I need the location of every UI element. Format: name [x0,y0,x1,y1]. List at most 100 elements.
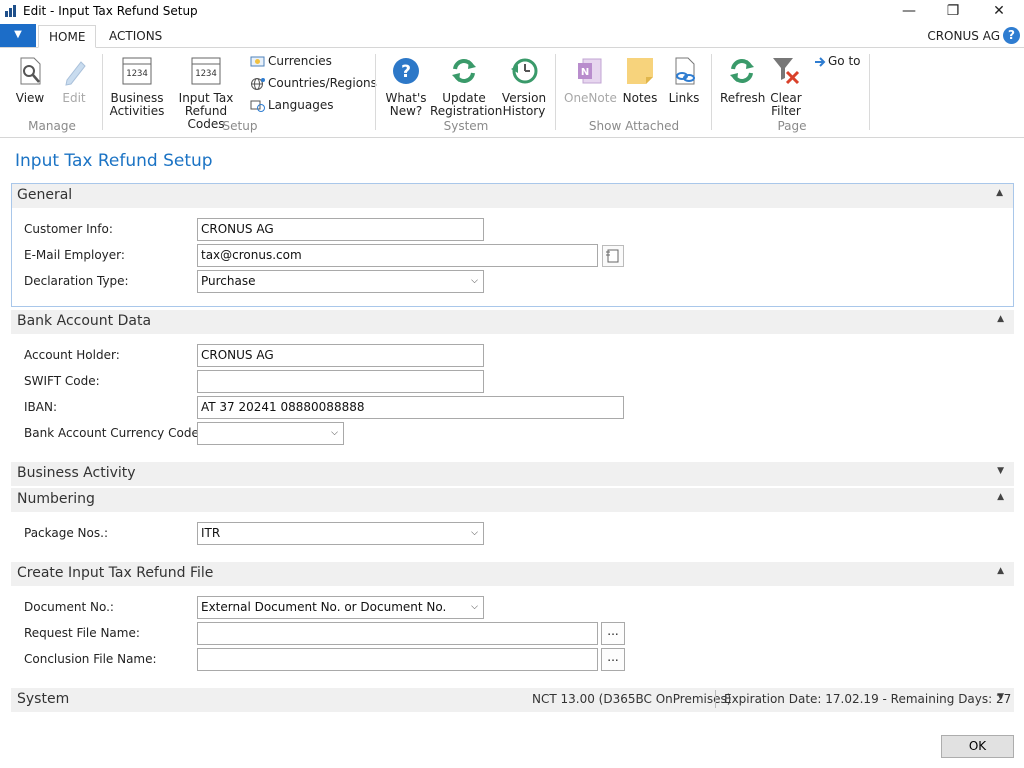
section-header-general[interactable]: General ▲ [12,184,1013,208]
customer-info-label: Customer Info: [24,222,113,236]
onenote-label: OneNote [564,91,617,105]
business-activities-button[interactable]: 1234 Business Activities [108,56,166,118]
request-file-name-field[interactable] [197,622,598,645]
help-icon[interactable]: ? [1003,27,1020,44]
customer-info-field[interactable]: CRONUS AG [197,218,484,241]
iban-field[interactable]: AT 37 20241 08880088888 [197,396,624,419]
chevron-down-icon: ⌵ [331,428,338,438]
section-title-business-activity: Business Activity [17,465,136,481]
account-holder-field[interactable]: CRONUS AG [197,344,484,367]
document-no-select[interactable]: External Document No. or Document No. ⌵ [197,596,484,619]
question-icon: ? [393,58,419,84]
go-to-button[interactable]: Go to [814,54,861,68]
declaration-type-select[interactable]: Purchase ⌵ [197,270,484,293]
group-label-show-attached: Show Attached [588,119,680,133]
group-label-system: System [443,119,489,133]
links-button[interactable]: Links [664,56,704,105]
account-holder-label: Account Holder: [24,348,120,362]
app-menu-button[interactable]: ▼ [0,24,36,47]
window-title: Edit - Input Tax Refund Setup [23,4,198,18]
svg-text:1234: 1234 [126,69,148,79]
clear-filter-icon [773,58,800,85]
currencies-label: Currencies [268,54,332,68]
swift-code-field[interactable] [197,370,484,393]
update-registration-button[interactable]: Update Registration [430,56,502,118]
languages-label: Languages [268,98,334,112]
section-title-bank-account-data: Bank Account Data [17,313,152,329]
countries-regions-label: Countries/Regions [268,76,377,90]
version-history-button[interactable]: Version History [500,56,548,118]
whats-new-label-2: New? [389,104,423,118]
system-version-info: NCT 13.00 (D365BC OnPremises) [532,692,732,706]
section-header-create-file[interactable]: Create Input Tax Refund File ▲ [11,562,1014,586]
svg-text:N: N [581,67,589,78]
svg-text:1234: 1234 [195,69,217,79]
section-header-numbering[interactable]: Numbering ▲ [11,488,1014,512]
history-icon [511,58,538,84]
countries-regions-button[interactable]: Countries/Regions [250,76,377,91]
clear-filter-label-2: Filter [771,104,801,118]
currencies-icon [250,56,265,66]
languages-button[interactable]: Languages [250,98,333,113]
ribbon-divider [102,54,103,130]
edit-button[interactable]: Edit [56,56,92,105]
package-nos-select[interactable]: ITR ⌵ [197,522,484,545]
arrow-right-icon [815,56,826,67]
chevron-down-icon: ⌵ [471,528,478,538]
tab-home[interactable]: HOME [38,25,97,48]
refresh-button[interactable]: Refresh [720,56,766,105]
swift-code-label: SWIFT Code: [24,374,100,388]
note-icon [627,58,653,84]
section-header-business-activity[interactable]: Business Activity ▼ [11,462,1014,486]
notes-button[interactable]: Notes [620,56,660,105]
business-activities-label-2: Activities [109,104,165,118]
ribbon-divider [869,54,870,130]
languages-icon [250,100,265,112]
chevron-up-icon: ▲ [997,492,1004,502]
email-employer-field[interactable]: tax@cronus.com [197,244,598,267]
close-button[interactable]: ✕ [976,0,1022,24]
section-title-system: System [17,691,70,707]
group-label-page: Page [777,119,807,133]
clear-filter-button[interactable]: Clear Filter [766,56,806,118]
minimize-button[interactable]: — [886,0,932,24]
currencies-button[interactable]: Currencies [250,54,332,69]
ribbon-divider [375,54,376,130]
declaration-type-value: Purchase [201,274,256,288]
email-employer-label: E-Mail Employer: [24,248,125,262]
notes-label: Notes [622,91,658,105]
request-file-browse-button[interactable]: ... [601,622,625,645]
request-file-name-label: Request File Name: [24,626,140,640]
package-nos-value: ITR [201,526,221,540]
document-no-label: Document No.: [24,600,114,614]
refresh-icon [730,59,754,83]
chevron-up-icon: ▲ [996,188,1003,198]
section-header-bank-account-data[interactable]: Bank Account Data ▲ [11,310,1014,334]
ribbon-divider [711,54,712,130]
chevron-up-icon: ▲ [997,314,1004,324]
svg-text:?: ? [401,62,411,82]
ok-button[interactable]: OK [941,735,1014,758]
whats-new-button[interactable]: ? What's New? [384,56,428,118]
ribbon-divider [555,54,556,130]
go-to-label: Go to [828,54,861,68]
chevron-down-icon: ▼ [997,466,1004,476]
refresh-icon [452,59,476,83]
company-name[interactable]: CRONUS AG [927,29,1000,43]
document-no-value: External Document No. or Document No. [201,600,447,614]
view-button[interactable]: View [10,56,50,105]
edit-label: Edit [62,91,86,105]
chevron-down-icon: ⌵ [471,602,478,612]
refresh-label: Refresh [720,91,766,105]
tab-actions[interactable]: ACTIONS [99,25,172,48]
restore-button[interactable]: ❐ [930,0,976,24]
lookup-button[interactable] [602,245,624,267]
section-title-create-file: Create Input Tax Refund File [17,565,214,581]
section-title-general: General [17,187,73,203]
package-nos-label: Package Nos.: [24,526,108,540]
onenote-button[interactable]: N OneNote [564,56,617,105]
bank-account-currency-select[interactable]: ⌵ [197,422,344,445]
group-label-manage: Manage [28,119,76,133]
conclusion-file-browse-button[interactable]: ... [601,648,625,671]
conclusion-file-name-field[interactable] [197,648,598,671]
